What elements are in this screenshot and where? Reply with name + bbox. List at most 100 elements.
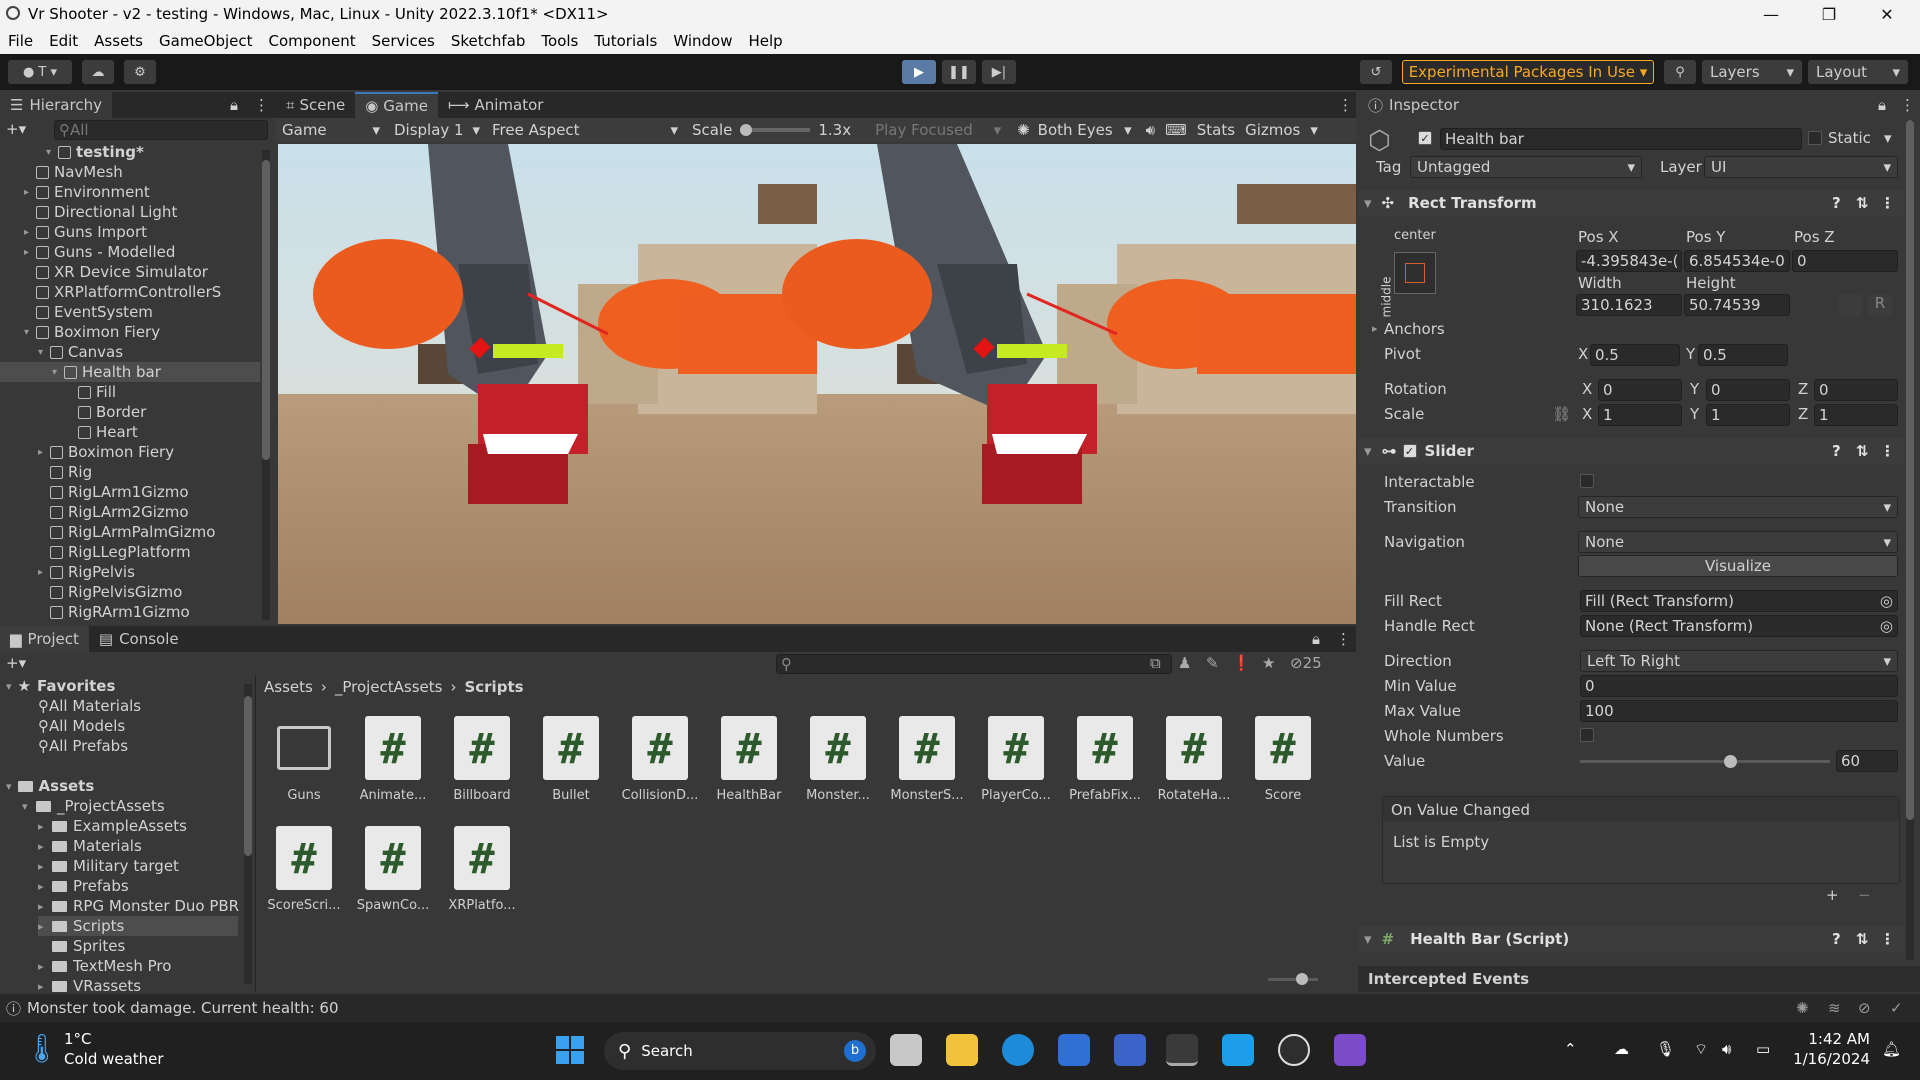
experimental-packages-button[interactable]: Experimental Packages In Use ▾ — [1402, 60, 1654, 84]
hierarchy-item[interactable]: RigRArm1Gizmo — [0, 602, 260, 622]
folder-item[interactable]: ▸ Military target — [38, 856, 179, 876]
scale-y-field[interactable]: 1 — [1706, 404, 1790, 426]
posz-field[interactable]: 0 — [1792, 250, 1898, 272]
hierarchy-item[interactable]: XRPlatformControllerS — [0, 282, 260, 302]
filter-icon[interactable]: ♟ — [1178, 654, 1191, 672]
scale-slider[interactable] — [740, 124, 811, 136]
foldout-icon[interactable]: ▸ — [24, 187, 36, 198]
history-button[interactable]: ↺ — [1360, 60, 1392, 84]
object-name-field[interactable]: Health bar — [1440, 128, 1802, 150]
play-button[interactable]: ▶ — [902, 60, 936, 84]
kebab-menu-icon[interactable]: ⋮ — [1900, 96, 1915, 114]
icon-size-slider[interactable] — [1268, 973, 1318, 985]
hierarchy-item[interactable]: ▸ Guns Import — [0, 222, 260, 242]
assets-header[interactable]: ▾ Assets — [6, 776, 94, 796]
foldout-icon[interactable]: ▸ — [38, 567, 50, 578]
value-field[interactable]: 60 — [1836, 750, 1898, 772]
game-render[interactable] — [278, 144, 1356, 624]
foldout-icon[interactable]: ▾ — [24, 327, 36, 338]
navigation-dropdown[interactable]: None ▾ — [1578, 531, 1898, 553]
eyes-dropdown[interactable]: Both Eyes ▾ — [1038, 121, 1136, 139]
hidden-count[interactable]: ⊘25 — [1290, 654, 1322, 672]
preset-icon[interactable]: ⇅ — [1856, 442, 1869, 460]
chevron-up-icon[interactable]: ⌃ — [1564, 1040, 1577, 1058]
height-field[interactable]: 50.74539 — [1684, 294, 1790, 316]
menu-file[interactable]: File — [0, 32, 41, 50]
layout-dropdown[interactable]: Layout ▾ — [1808, 60, 1908, 84]
menu-edit[interactable]: Edit — [41, 32, 86, 50]
link-icon[interactable]: ⛓ — [1552, 405, 1571, 423]
keyboard-icon[interactable]: ⌨ — [1165, 121, 1187, 139]
cloud-button[interactable]: ☁ — [82, 60, 114, 84]
stats-button[interactable]: Stats — [1197, 121, 1235, 139]
asset-script[interactable]: # Monster... — [798, 716, 878, 803]
pivot-x-field[interactable]: 0.5 — [1590, 344, 1680, 366]
breadcrumb-scripts[interactable]: Scripts — [464, 678, 523, 696]
direction-dropdown[interactable]: Left To Right ▾ — [1580, 650, 1898, 672]
settings-button[interactable]: ⚙ — [124, 60, 156, 84]
folder-item[interactable]: ▸ Prefabs — [38, 876, 129, 896]
lock-icon[interactable]: 🔒︎ — [1878, 96, 1886, 114]
account-button[interactable]: ● T ▾ — [8, 60, 72, 84]
create-button[interactable]: +▾ — [6, 654, 26, 672]
visual-studio-icon[interactable] — [1334, 1034, 1366, 1066]
hierarchy-item[interactable]: RigLArm2Gizmo — [0, 502, 260, 522]
kebab-menu-icon[interactable]: ⋮ — [1880, 194, 1895, 212]
tab-game[interactable]: ◉ Game — [355, 92, 438, 118]
search-by-type-icon[interactable]: ⧉ — [1150, 654, 1161, 672]
add-event-button[interactable]: + — [1826, 886, 1839, 904]
foldout-icon[interactable]: ▾ — [38, 347, 50, 358]
pivot-y-field[interactable]: 0.5 — [1698, 344, 1788, 366]
hierarchy-item[interactable]: RigLArmPalmGizmo — [0, 522, 260, 542]
folder-item[interactable]: Sprites — [38, 936, 125, 956]
raw-edit-button[interactable]: R — [1868, 294, 1892, 316]
foldout-icon[interactable]: ▸ — [38, 880, 52, 893]
asset-script[interactable]: # PrefabFix... — [1065, 716, 1145, 803]
foldout-icon[interactable]: ▾ — [22, 800, 36, 813]
posy-field[interactable]: 6.854534e-0 — [1684, 250, 1790, 272]
hierarchy-item[interactable]: Border — [0, 402, 260, 422]
kebab-menu-icon[interactable]: ⋮ — [1338, 96, 1353, 114]
file-explorer-icon[interactable] — [946, 1034, 978, 1066]
search-button[interactable]: ⚲ — [1664, 60, 1696, 84]
help-icon[interactable]: ? — [1832, 442, 1841, 460]
foldout-icon[interactable]: ▸ — [24, 227, 36, 238]
kebab-menu-icon[interactable]: ⋮ — [254, 96, 269, 114]
folder-item[interactable]: ▸ Scripts — [38, 916, 238, 936]
chevron-down-icon[interactable]: ▾ — [1310, 121, 1318, 139]
chevron-down-icon[interactable]: ▾ — [1884, 129, 1892, 147]
intercepted-events-bar[interactable]: Intercepted Events — [1358, 966, 1920, 992]
slider-component-header[interactable]: ▾ ⊶ ✓ Slider ? ⇅ ⋮ — [1358, 438, 1904, 464]
folder-item[interactable]: ▸ Materials — [38, 836, 142, 856]
weather-label[interactable]: Cold weather — [64, 1050, 164, 1068]
hierarchy-item[interactable]: RigLLegPlatform — [0, 542, 260, 562]
debug-icon[interactable]: ✺ — [1796, 999, 1809, 1017]
slider-enabled-checkbox[interactable]: ✓ — [1402, 444, 1417, 458]
folder-item[interactable]: ▸ TextMesh Pro — [38, 956, 171, 976]
asset-script[interactable]: # Animate... — [353, 716, 433, 803]
tab-console[interactable]: ▤ Console — [89, 626, 189, 652]
menu-window[interactable]: Window — [665, 32, 740, 50]
asset-script[interactable]: # HealthBar — [709, 716, 789, 803]
label-icon[interactable]: ✎ — [1206, 654, 1219, 672]
foldout-icon[interactable]: ▸ — [38, 920, 52, 933]
visualize-button[interactable]: Visualize — [1578, 555, 1898, 577]
edge-icon[interactable] — [1002, 1034, 1034, 1066]
menu-sketchfab[interactable]: Sketchfab — [443, 32, 534, 50]
scale-z-field[interactable]: 1 — [1814, 404, 1898, 426]
gizmos-button[interactable]: Gizmos — [1245, 121, 1300, 139]
hierarchy-search-input[interactable]: ⚲ All — [54, 120, 268, 140]
asset-script[interactable]: # Bullet — [531, 716, 611, 803]
task-view-icon[interactable] — [890, 1034, 922, 1066]
rot-y-field[interactable]: 0 — [1706, 379, 1790, 401]
tab-hierarchy[interactable]: ☰ Hierarchy — [0, 92, 112, 118]
menu-assets[interactable]: Assets — [86, 32, 151, 50]
foldout-icon[interactable]: ▾ — [52, 367, 64, 378]
preset-icon[interactable]: ⇅ — [1856, 194, 1869, 212]
hierarchy-item[interactable]: Directional Light — [0, 202, 260, 222]
lock-icon[interactable]: 🔒︎ — [230, 96, 238, 114]
asset-script[interactable]: # ScoreScri... — [264, 826, 344, 913]
handle-rect-field[interactable]: None (Rect Transform) ◎ — [1580, 615, 1898, 637]
clock-date[interactable]: 1/16/2024 — [1790, 1050, 1870, 1068]
rect-transform-header[interactable]: ▾ ✣ Rect Transform ? ⇅ ⋮ — [1358, 190, 1904, 216]
